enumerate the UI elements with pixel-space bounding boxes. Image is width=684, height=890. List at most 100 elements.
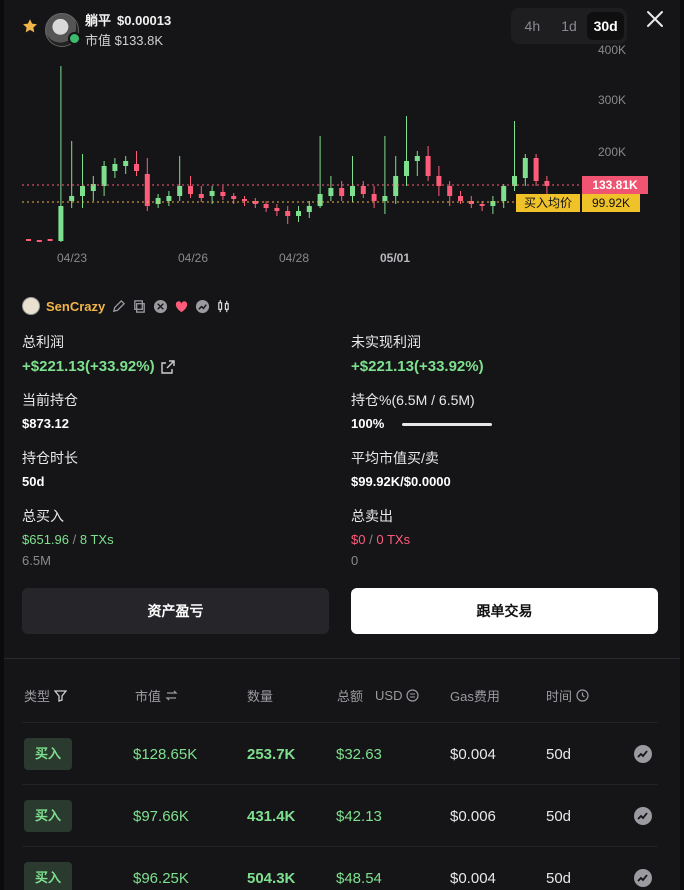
row-time: 50d	[546, 869, 572, 887]
candle-body	[404, 161, 409, 176]
tx-link-icon[interactable]	[633, 806, 653, 826]
candle-body	[80, 186, 85, 196]
candle-body	[263, 204, 269, 208]
candle-body	[501, 186, 507, 201]
total-buy-sep: /	[72, 532, 77, 547]
x-tick: 04/28	[279, 251, 309, 265]
candle-body	[177, 186, 183, 196]
candle-body	[188, 186, 193, 194]
th-time[interactable]: 时间	[546, 686, 589, 705]
th-time-label: 时间	[546, 689, 573, 704]
row-qty: 431.4K	[247, 807, 296, 825]
table-row[interactable]: 买入 $128.65K 253.7K $32.63 $0.004 50d	[22, 722, 658, 784]
trader-name[interactable]: SenCrazy	[46, 299, 105, 314]
row-qty: 504.3K	[247, 869, 296, 887]
candle-body	[231, 196, 237, 199]
th-mcap[interactable]: 市值	[135, 686, 178, 705]
heart-icon[interactable]	[174, 299, 189, 314]
th-qty-label: 数量	[247, 689, 274, 704]
stat-total-buy: 总买入 $651.96 / 8 TXs 6.5M	[22, 506, 322, 568]
price-chart[interactable]: 400K 300K 200K 133.81K 买入均价 99.92K 04/23…	[4, 36, 680, 276]
share-icon[interactable]	[160, 359, 175, 374]
close-icon[interactable]	[644, 8, 666, 30]
total-profit-value: +$221.13(+33.92%)	[22, 358, 155, 375]
y-tick: 200K	[598, 145, 626, 159]
position-pct-value: 100%	[351, 416, 385, 431]
trader-detail-panel: 躺平 $0.00013 市值 $133.8K 4h 1d 30d 400K 300…	[4, 0, 680, 890]
total-sell-sep: /	[369, 532, 373, 547]
candle-body	[522, 158, 528, 178]
stat-unrealized: 未实现利润 +$221.13(+33.92%)	[351, 332, 651, 375]
x-tick: 05/01	[380, 251, 410, 265]
th-gas: Gas费用	[450, 686, 500, 705]
candle-body	[339, 188, 345, 196]
candle-body	[285, 211, 291, 216]
token-name: 躺平	[85, 13, 112, 28]
position-bar	[402, 423, 493, 427]
holding-value: $873.12	[22, 416, 69, 431]
tx-link-icon[interactable]	[633, 744, 653, 764]
total-sell-amount: $0	[351, 532, 366, 547]
candle-body	[350, 186, 355, 196]
edit-icon[interactable]	[111, 299, 126, 314]
stat-position-pct: 持仓%(6.5M / 6.5M) 100%	[351, 390, 651, 431]
th-total[interactable]: 总额 USD	[337, 686, 420, 705]
total-buy-txs: 8 TXs	[79, 532, 114, 547]
pnl-button[interactable]: 资产盈亏	[22, 588, 329, 634]
candle-body	[155, 198, 161, 204]
total-buy-amount: $651.96	[22, 532, 69, 547]
copy-trade-button[interactable]: 跟单交易	[351, 588, 658, 634]
x-tick: 04/23	[57, 251, 87, 265]
candle-body	[371, 194, 377, 201]
current-price-label: 133.81K	[592, 178, 638, 192]
candle-body	[414, 156, 420, 161]
row-time: 50d	[546, 745, 572, 763]
candle-body	[306, 206, 312, 212]
candle-body	[123, 161, 129, 166]
chart-link-icon[interactable]	[195, 299, 210, 314]
copy-icon[interactable]	[132, 299, 147, 314]
row-qty: 253.7K	[247, 745, 296, 763]
table-row[interactable]: 买入 $96.25K 504.3K $48.54 $0.004 50d	[22, 846, 658, 890]
stat-label: 当前持仓	[22, 392, 78, 408]
y-tick: 400K	[598, 43, 626, 57]
token-price: $0.00013	[117, 13, 172, 28]
tx-link-icon[interactable]	[633, 868, 653, 888]
type-badge: 买入	[24, 862, 72, 890]
stat-label: 持仓时长	[22, 450, 78, 466]
filter-icon[interactable]	[54, 689, 68, 702]
currency-switch-icon[interactable]	[406, 689, 420, 702]
candle-body	[274, 208, 280, 211]
th-qty: 数量	[247, 686, 273, 705]
table-row[interactable]: 买入 $97.66K 431.4K $42.13 $0.006 50d	[22, 784, 658, 846]
candle-body	[209, 191, 215, 196]
stat-total-sell: 总卖出 $0 / 0 TXs 0	[351, 506, 651, 568]
th-gas-label: Gas费用	[450, 689, 500, 704]
candle-body	[296, 211, 301, 216]
th-total-label: 总额	[337, 689, 364, 704]
candle-icon[interactable]	[216, 299, 231, 314]
avg-buy-label: 买入均价	[524, 196, 572, 210]
stat-label: 平均市值买/卖	[351, 450, 439, 466]
candlestick-chart: 400K 300K 200K 133.81K 买入均价 99.92K 04/23…	[22, 43, 648, 265]
clock-icon[interactable]	[576, 689, 589, 702]
candle-body	[360, 186, 366, 194]
total-sell-txs: 0 TXs	[376, 532, 411, 547]
x-twitter-icon[interactable]	[153, 299, 168, 314]
stat-label: 持仓%(6.5M / 6.5M)	[351, 392, 475, 408]
row-mcap: $128.65K	[133, 745, 198, 763]
candle-body	[447, 186, 453, 196]
type-badge: 买入	[24, 800, 72, 832]
candle-body	[220, 192, 226, 196]
row-mcap: $97.66K	[133, 807, 189, 825]
stat-avg-mcap: 平均市值买/卖 $99.92K/$0.0000	[351, 448, 651, 489]
favorite-star-icon[interactable]	[22, 18, 38, 34]
candle-body	[317, 194, 323, 206]
avg-buy-value: 99.92K	[592, 196, 630, 210]
th-type[interactable]: 类型	[24, 686, 68, 705]
trader-avatar	[22, 297, 40, 315]
avg-mcap-value: $99.92K/$0.0000	[351, 474, 451, 489]
candle-body	[425, 156, 431, 176]
candle-body	[112, 164, 118, 171]
swap-icon[interactable]	[165, 689, 178, 702]
